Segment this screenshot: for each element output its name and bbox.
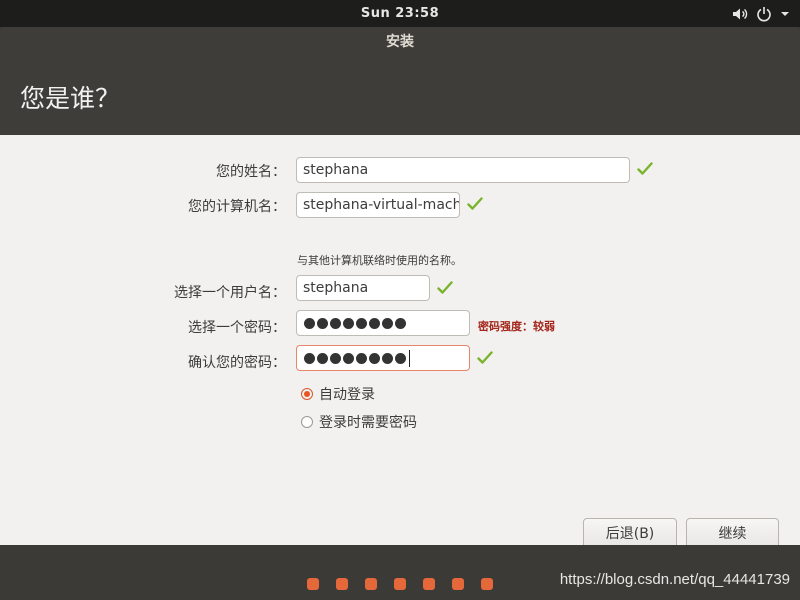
progress-step <box>481 578 493 590</box>
mask-dot <box>317 352 328 364</box>
installer-window: 安装 您是谁？ 您的姓名： stephana 您的计算机名： stephana-… <box>0 27 800 600</box>
text-caret <box>409 349 410 367</box>
mask-dot <box>343 317 354 329</box>
progress-step <box>452 578 464 590</box>
password-mask <box>304 311 406 335</box>
mask-dot <box>369 352 380 364</box>
step-progress <box>307 578 493 590</box>
password-label: 选择一个密码： <box>188 320 286 336</box>
check-icon <box>437 280 453 300</box>
installer-footer: https://blog.csdn.net/qq_44441739 <box>0 545 800 600</box>
mask-dot <box>395 352 406 364</box>
computer-name-input[interactable]: stephana-virtual-mach <box>296 192 460 218</box>
name-label: 您的姓名： <box>216 164 286 180</box>
check-icon <box>477 350 493 370</box>
auto-login-option[interactable]: 自动登录 <box>301 384 375 404</box>
mask-dot <box>382 317 393 329</box>
confirm-password-label: 确认您的密码： <box>188 355 286 371</box>
system-top-bar: Sun 23:58 <box>0 0 800 27</box>
clock[interactable]: Sun 23:58 <box>0 0 800 27</box>
check-icon <box>467 196 483 216</box>
user-form: 您的姓名： stephana 您的计算机名： stephana-virtual-… <box>0 135 800 550</box>
chevron-down-icon[interactable] <box>780 10 790 18</box>
computer-name-label: 您的计算机名： <box>188 199 286 215</box>
mask-dot <box>330 317 341 329</box>
confirm-password-mask <box>304 346 410 370</box>
auto-login-label: 自动登录 <box>319 387 375 403</box>
mask-dot <box>304 317 315 329</box>
mask-dot <box>382 352 393 364</box>
progress-step <box>336 578 348 590</box>
auto-login-radio[interactable] <box>301 388 313 400</box>
system-tray[interactable] <box>732 0 790 27</box>
progress-step <box>394 578 406 590</box>
progress-step <box>423 578 435 590</box>
watermark: https://blog.csdn.net/qq_44441739 <box>559 571 790 588</box>
require-password-option[interactable]: 登录时需要密码 <box>301 412 417 432</box>
progress-step <box>365 578 377 590</box>
mask-dot <box>395 317 406 329</box>
mask-dot <box>356 317 367 329</box>
computer-name-hint: 与其他计算机联络时使用的名称。 <box>297 254 462 267</box>
mask-dot <box>356 352 367 364</box>
mask-dot <box>304 352 315 364</box>
name-input[interactable]: stephana <box>296 157 630 183</box>
check-icon <box>637 161 653 181</box>
mask-dot <box>369 317 380 329</box>
volume-icon[interactable] <box>732 7 748 21</box>
power-icon[interactable] <box>756 6 772 22</box>
window-title: 安装 <box>0 27 800 57</box>
progress-step <box>307 578 319 590</box>
username-label: 选择一个用户名： <box>174 285 286 301</box>
mask-dot <box>317 317 328 329</box>
require-password-label: 登录时需要密码 <box>319 415 417 431</box>
confirm-password-input[interactable] <box>296 345 470 371</box>
password-input[interactable] <box>296 310 470 336</box>
mask-dot <box>343 352 354 364</box>
page-header: 您是谁？ <box>0 57 800 135</box>
page-title: 您是谁？ <box>20 84 121 113</box>
mask-dot <box>330 352 341 364</box>
username-input[interactable]: stephana <box>296 275 430 301</box>
password-strength: 密码强度：较弱 <box>478 320 555 333</box>
require-password-radio[interactable] <box>301 416 313 428</box>
